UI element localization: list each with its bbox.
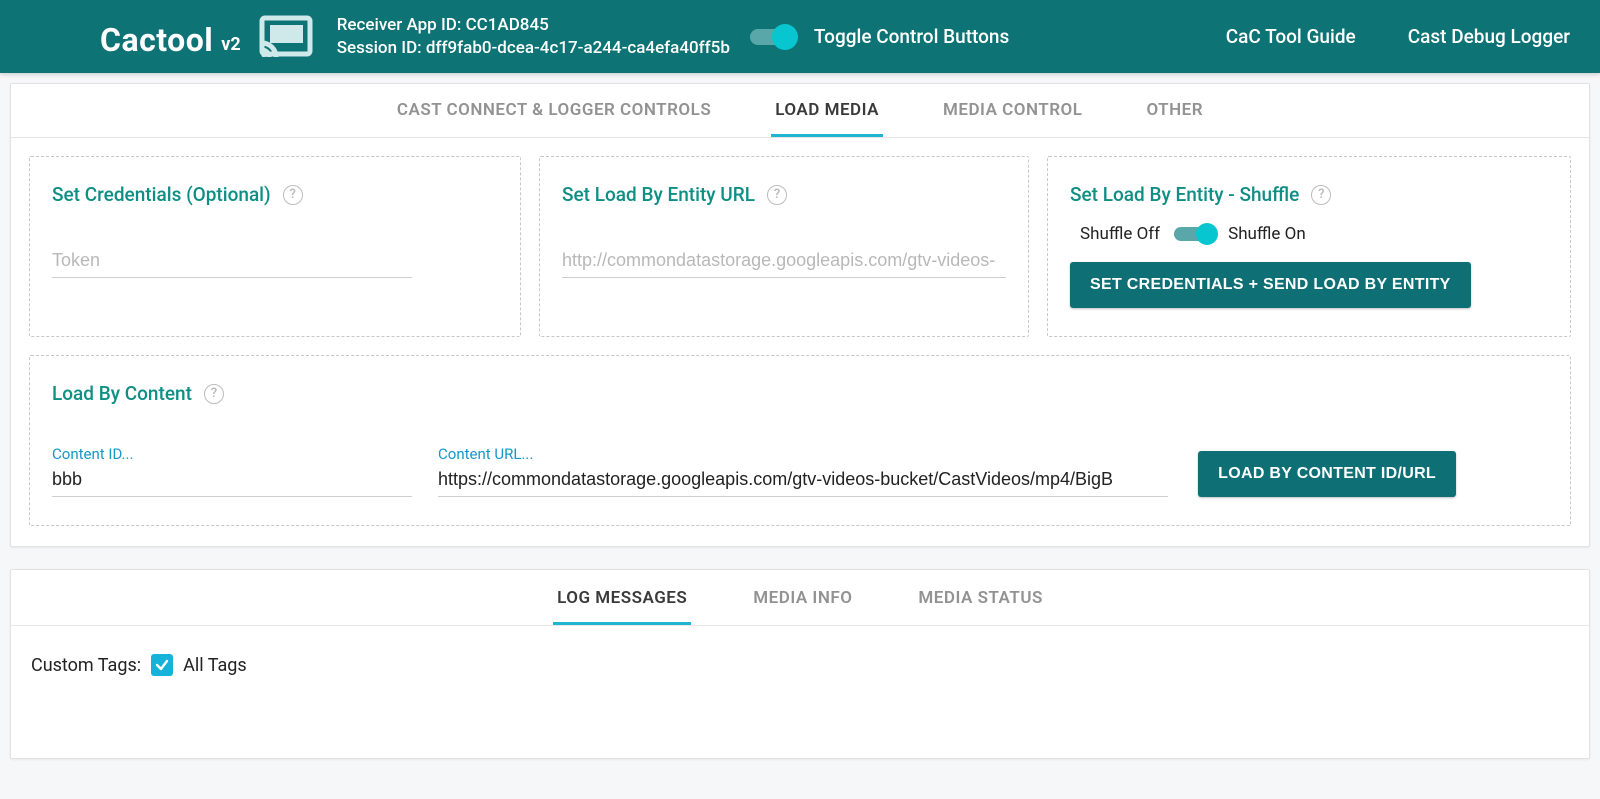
tab-other[interactable]: OTHER <box>1142 100 1207 137</box>
top-bar: Cactool v2 Receiver App ID: CC1AD845 Ses… <box>0 0 1600 73</box>
toggle-label: Toggle Control Buttons <box>814 25 1009 48</box>
tab-cast-connect[interactable]: CAST CONNECT & LOGGER CONTROLS <box>393 100 715 137</box>
shuffle-off-label: Shuffle Off <box>1080 224 1160 244</box>
card-set-credentials: Set Credentials (Optional) ? <box>29 156 521 337</box>
log-tab-media-status[interactable]: MEDIA STATUS <box>914 588 1046 625</box>
card-title-credentials: Set Credentials (Optional) <box>52 183 271 206</box>
toggle-control-buttons[interactable]: Toggle Control Buttons <box>750 25 1009 48</box>
help-icon[interactable]: ? <box>283 185 303 205</box>
help-icon[interactable]: ? <box>204 384 224 404</box>
main-tabs: CAST CONNECT & LOGGER CONTROLS LOAD MEDI… <box>11 84 1589 138</box>
app-version: v2 <box>221 34 240 55</box>
all-tags-checkbox[interactable] <box>151 654 173 676</box>
main-panel: CAST CONNECT & LOGGER CONTROLS LOAD MEDI… <box>10 83 1590 547</box>
tab-media-control[interactable]: MEDIA CONTROL <box>939 100 1086 137</box>
all-tags-label: All Tags <box>183 655 247 676</box>
card-title-entity-url: Set Load By Entity URL <box>562 183 755 206</box>
card-entity-url: Set Load By Entity URL ? <box>539 156 1029 337</box>
shuffle-on-label: Shuffle On <box>1228 224 1306 244</box>
app-name: Cactool <box>100 21 213 59</box>
card-row: Set Credentials (Optional) ? Set Load By… <box>11 138 1589 337</box>
cast-icon <box>259 15 313 61</box>
token-input[interactable] <box>52 246 412 278</box>
link-cast-debug-logger[interactable]: Cast Debug Logger <box>1408 25 1570 48</box>
session-value: dff9fab0-dcea-4c17-a244-ca4efa40ff5b <box>426 38 730 58</box>
app-logo: Cactool v2 <box>100 15 313 59</box>
send-load-by-entity-button[interactable]: SET CREDENTIALS + SEND LOAD BY ENTITY <box>1070 262 1471 308</box>
card-load-by-content: Load By Content ? Content ID... Content … <box>29 355 1571 526</box>
custom-tags-label: Custom Tags: <box>31 655 141 676</box>
content-url-label: Content URL... <box>438 445 1168 463</box>
content-id-input[interactable] <box>52 465 412 497</box>
card-title-load-content: Load By Content <box>52 382 192 405</box>
log-tab-media-info[interactable]: MEDIA INFO <box>749 588 856 625</box>
log-tabs: LOG MESSAGES MEDIA INFO MEDIA STATUS <box>11 570 1589 626</box>
content-id-field: Content ID... <box>52 445 412 497</box>
toggle-switch[interactable] <box>750 29 794 45</box>
shuffle-toggle[interactable] <box>1174 227 1214 241</box>
session-info: Receiver App ID: CC1AD845 Session ID: df… <box>337 14 730 60</box>
card-entity-shuffle: Set Load By Entity - Shuffle ? Shuffle O… <box>1047 156 1571 337</box>
link-cac-guide[interactable]: CaC Tool Guide <box>1226 25 1356 48</box>
log-panel: LOG MESSAGES MEDIA INFO MEDIA STATUS Cus… <box>10 569 1590 759</box>
card-title-entity-shuffle: Set Load By Entity - Shuffle <box>1070 183 1299 206</box>
entity-url-input[interactable] <box>562 246 1006 278</box>
tab-load-media[interactable]: LOAD MEDIA <box>771 100 883 137</box>
content-url-input[interactable] <box>438 465 1168 497</box>
content-id-label: Content ID... <box>52 445 412 463</box>
help-icon[interactable]: ? <box>1311 185 1331 205</box>
help-icon[interactable]: ? <box>767 185 787 205</box>
session-label: Session ID: <box>337 38 422 58</box>
log-tab-messages[interactable]: LOG MESSAGES <box>553 588 691 625</box>
receiver-value: CC1AD845 <box>466 15 549 35</box>
receiver-label: Receiver App ID: <box>337 15 462 35</box>
content-url-field: Content URL... <box>438 445 1168 497</box>
load-by-content-button[interactable]: LOAD BY CONTENT ID/URL <box>1198 451 1456 497</box>
